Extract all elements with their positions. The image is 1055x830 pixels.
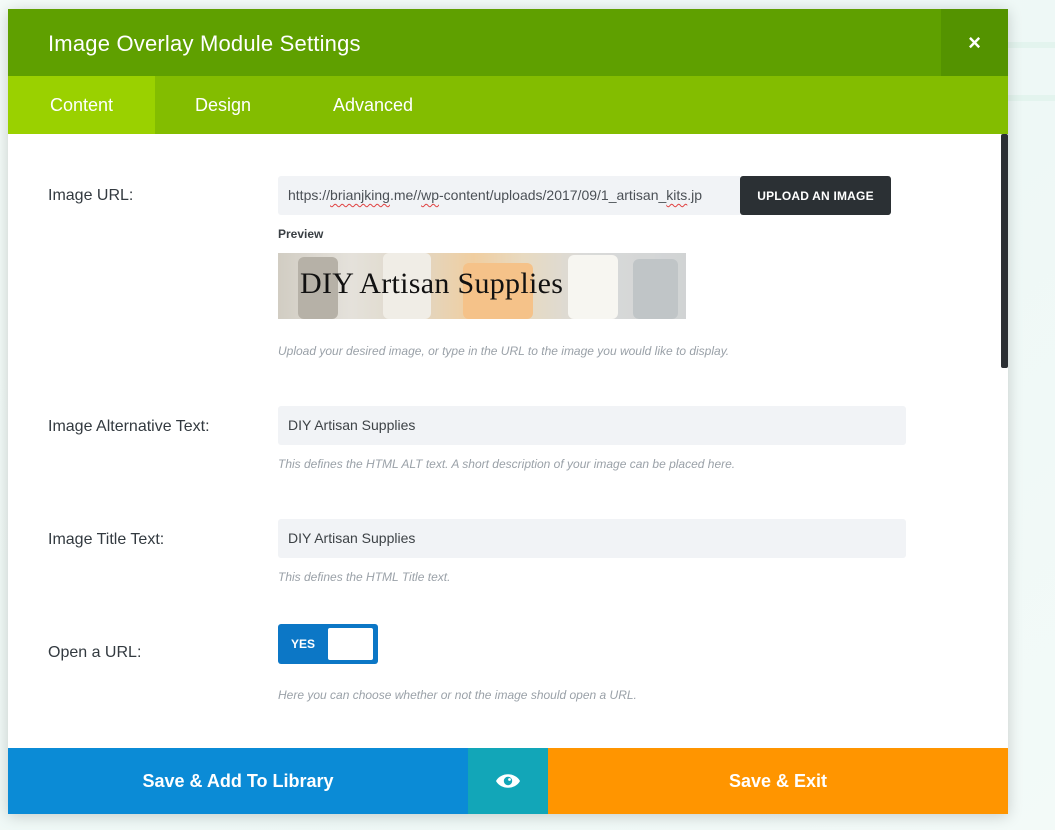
url-tail: .jp (687, 187, 703, 203)
close-icon: × (968, 29, 981, 55)
toggle-knob (328, 628, 373, 660)
url-kits: kits (666, 187, 688, 203)
title-text-help: This defines the HTML Title text. (278, 570, 451, 584)
url-part: .me// (389, 187, 422, 203)
save-exit-button[interactable]: Save & Exit (548, 748, 1008, 814)
alt-text-help: This defines the HTML ALT text. A short … (278, 457, 736, 471)
open-url-label: Open a URL: (48, 644, 142, 661)
image-url-label: Image URL: (48, 187, 134, 204)
settings-modal: Image Overlay Module Settings × Content … (8, 9, 1008, 814)
settings-content: Image URL: https://brianjking.me//wp-con… (8, 134, 1008, 748)
open-url-help: Here you can choose whether or not the i… (278, 688, 637, 702)
eye-icon (496, 774, 520, 788)
tab-design[interactable]: Design (155, 76, 291, 134)
url-prefix: https:// (288, 187, 331, 203)
tab-bar: Content Design Advanced (8, 76, 1008, 134)
background-stripe (1007, 95, 1055, 101)
alt-text-input[interactable]: DIY Artisan Supplies (278, 406, 906, 445)
save-add-to-library-button[interactable]: Save & Add To Library (8, 748, 468, 814)
alt-text-label: Image Alternative Text: (48, 418, 210, 435)
toggle-label: YES (291, 637, 316, 651)
url-wp: wp (421, 187, 439, 203)
tab-content[interactable]: Content (8, 76, 155, 134)
background-stripe (1007, 42, 1055, 48)
scrollbar-thumb[interactable] (1001, 134, 1008, 368)
title-text-label: Image Title Text: (48, 531, 165, 548)
title-text-input[interactable]: DIY Artisan Supplies (278, 519, 906, 558)
upload-image-button[interactable]: UPLOAD AN IMAGE (740, 176, 891, 215)
preview-image-text: DIY Artisan Supplies (300, 267, 564, 300)
modal-header: Image Overlay Module Settings × (8, 9, 1008, 76)
preview-label: Preview (278, 227, 324, 241)
image-url-input[interactable]: https://brianjking.me//wp-content/upload… (278, 176, 740, 215)
tab-advanced[interactable]: Advanced (291, 76, 455, 134)
open-url-toggle[interactable]: YES (278, 624, 378, 664)
preview-button[interactable] (468, 748, 548, 814)
close-button[interactable]: × (941, 9, 1008, 76)
modal-title: Image Overlay Module Settings (48, 31, 361, 56)
image-url-help: Upload your desired image, or type in th… (278, 344, 730, 358)
url-part: -content/uploads/2017/09/1_artisan_ (439, 187, 667, 203)
preview-image: DIY Artisan Supplies (278, 253, 686, 319)
url-domain: brianjking (330, 187, 390, 203)
modal-footer: Save & Add To Library Save & Exit (8, 748, 1008, 814)
